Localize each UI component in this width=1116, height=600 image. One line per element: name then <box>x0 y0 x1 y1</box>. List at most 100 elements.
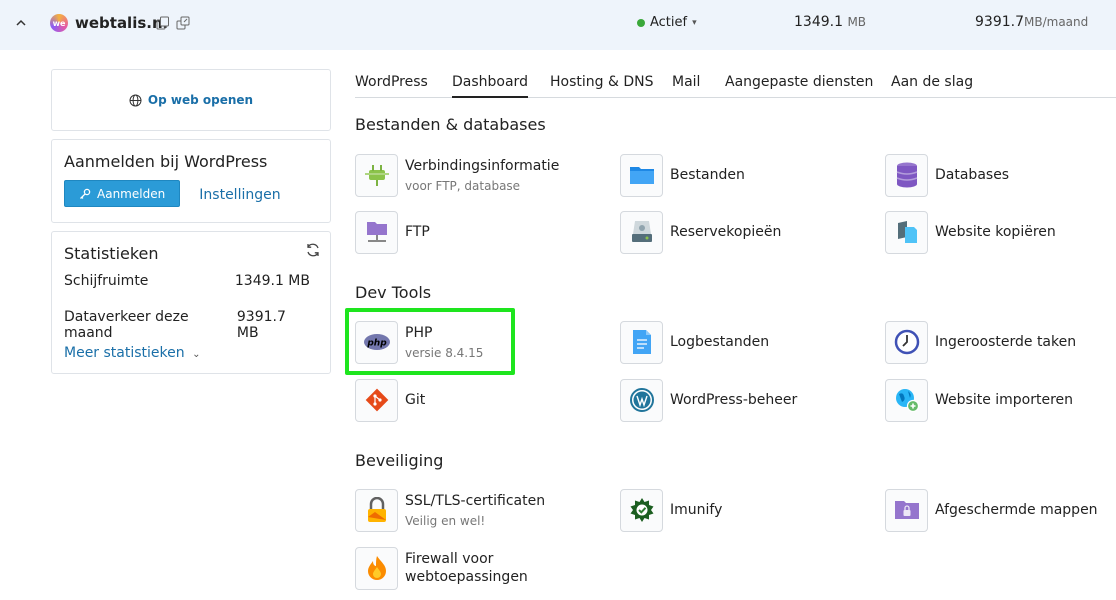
key-icon <box>80 188 91 199</box>
tile-web-app-firewall[interactable]: Firewall voor webtoepassingen <box>355 546 528 590</box>
folder-icon <box>620 153 663 197</box>
disk-space-label: Schijfruimte <box>64 273 149 289</box>
site-logo-icon: we <box>50 14 68 32</box>
tab-custom-services[interactable]: Aangepaste diensten <box>725 72 873 98</box>
tile-backups-name: Reservekopieën <box>670 224 782 240</box>
copy-website-icon <box>885 210 928 254</box>
statistics-card: Statistieken Schijfruimte 1349.1 MB Data… <box>51 231 331 374</box>
more-statistics-link[interactable]: Meer statistieken ⌄ <box>64 345 200 361</box>
traffic-usage-unit: MB/maand <box>1024 15 1089 29</box>
status-dot-icon <box>637 18 645 27</box>
settings-link[interactable]: Instellingen <box>199 187 280 203</box>
wordpress-login-card: Aanmelden bij WordPress Aanmelden Instel… <box>51 139 331 223</box>
tile-git[interactable]: Git <box>355 378 425 422</box>
tile-protected-folders[interactable]: Afgeschermde mappen <box>885 488 1098 532</box>
traffic-value: 9391.7 MB <box>236 309 286 341</box>
tile-protected-folders-name: Afgeschermde mappen <box>935 502 1098 518</box>
refresh-icon[interactable] <box>305 242 321 258</box>
login-button[interactable]: Aanmelden <box>64 180 181 207</box>
tile-logs-name: Logbestanden <box>670 334 770 350</box>
tab-dashboard[interactable]: Dashboard <box>452 72 528 98</box>
traffic-label: Dataverkeer deze maand <box>64 309 189 341</box>
tile-imunify-name: Imunify <box>670 502 723 518</box>
tile-website-import-name: Website importeren <box>935 392 1074 408</box>
tile-ssl-certificates-sub: Veilig en wel! <box>405 513 486 528</box>
disk-space-row: Schijfruimte 1349.1 MB <box>64 273 310 289</box>
site-name[interactable]: webtalis.nl <box>75 14 168 32</box>
tile-copy-website-name: Website kopiëren <box>935 224 1056 240</box>
clock-icon <box>885 320 928 364</box>
wordpress-login-title: Aanmelden bij WordPress <box>64 152 268 171</box>
chevron-down-icon: ⌄ <box>192 349 201 360</box>
tile-php[interactable]: php PHP versie 8.4.15 <box>355 320 483 364</box>
tile-website-import[interactable]: Website importeren <box>885 378 1073 422</box>
tile-web-app-firewall-name-line2: webtoepassingen <box>405 569 528 585</box>
tile-ftp[interactable]: FTP <box>355 210 430 254</box>
lock-icon <box>355 488 398 532</box>
globe-import-icon <box>885 378 928 422</box>
tab-hosting-dns[interactable]: Hosting & DNS <box>550 72 653 98</box>
tile-logs[interactable]: Logbestanden <box>620 320 769 364</box>
tile-ssl-certificates[interactable]: SSL/TLS-certificaten Veilig en wel! <box>355 488 545 532</box>
flame-icon <box>355 546 398 590</box>
tile-php-version: versie 8.4.15 <box>405 345 484 360</box>
imunify-icon <box>620 488 663 532</box>
traffic-usage-value: 9391.7 <box>975 14 1024 30</box>
tile-backups[interactable]: Reservekopieën <box>620 210 781 254</box>
tile-wordpress-management[interactable]: WordPress-beheer <box>620 378 797 422</box>
section-title-devtools: Dev Tools <box>355 283 432 302</box>
tab-getting-started[interactable]: Aan de slag <box>891 72 973 98</box>
php-icon: php <box>355 320 398 364</box>
svg-text:php: php <box>366 339 387 349</box>
traffic-row: Dataverkeer deze maand 9391.7 MB <box>64 309 310 341</box>
chevron-up-icon[interactable] <box>12 14 30 32</box>
git-icon <box>355 378 398 422</box>
tile-files[interactable]: Bestanden <box>620 153 745 197</box>
database-icon <box>885 153 928 197</box>
more-statistics-label: Meer statistieken <box>64 345 185 361</box>
tile-web-app-firewall-name: Firewall voor <box>405 551 494 567</box>
disk-space-value: 1349.1 MB <box>234 273 310 289</box>
copy-icon[interactable] <box>156 16 170 30</box>
globe-icon <box>129 94 142 106</box>
protected-folder-icon <box>885 488 928 532</box>
tile-wordpress-management-name: WordPress-beheer <box>670 392 798 408</box>
plug-icon <box>355 153 398 197</box>
statistics-title: Statistieken <box>64 244 159 263</box>
tab-mail[interactable]: Mail <box>672 72 700 98</box>
tile-scheduled-tasks-name: Ingeroosterde taken <box>935 334 1077 350</box>
tile-databases[interactable]: Databases <box>885 153 1009 197</box>
site-header: we webtalis.nl Actief ▾ 1349.1 MB 9391.7… <box>0 0 1116 50</box>
preview-link-icon[interactable] <box>176 16 190 30</box>
section-title-security: Beveiliging <box>355 451 444 470</box>
disk-usage-unit: MB <box>847 15 867 29</box>
open-web-button[interactable]: Op web openen <box>51 69 331 131</box>
tile-imunify[interactable]: Imunify <box>620 488 722 532</box>
disk-usage: 1349.1 MB <box>794 14 866 30</box>
chevron-down-icon: ▾ <box>692 17 697 28</box>
status-dropdown[interactable]: Actief ▾ <box>637 15 697 30</box>
tab-bar: WordPress Dashboard Hosting & DNS Mail A… <box>355 72 1116 98</box>
tile-connection-info-name: Verbindingsinformatie <box>405 157 560 174</box>
login-button-label: Aanmelden <box>97 186 166 201</box>
traffic-usage: 9391.7MB/maand <box>975 14 1088 30</box>
tile-scheduled-tasks[interactable]: Ingeroosterde taken <box>885 320 1076 364</box>
tile-git-name: Git <box>405 392 426 408</box>
open-web-label: Op web openen <box>147 93 254 107</box>
disk-usage-value: 1349.1 <box>794 14 843 30</box>
tile-databases-name: Databases <box>935 167 1010 183</box>
tile-ftp-name: FTP <box>405 224 430 240</box>
tile-php-name: PHP <box>405 324 433 341</box>
ftp-folder-icon <box>355 210 398 254</box>
status-label: Actief <box>650 15 688 30</box>
tab-wordpress[interactable]: WordPress <box>355 72 428 98</box>
wordpress-icon <box>620 378 663 422</box>
tile-files-name: Bestanden <box>670 167 745 183</box>
tile-connection-info-sub: voor FTP, database <box>405 178 521 193</box>
tile-ssl-certificates-name: SSL/TLS-certificaten <box>405 492 546 509</box>
log-file-icon <box>620 320 663 364</box>
tile-connection-info[interactable]: Verbindingsinformatie voor FTP, database <box>355 153 559 197</box>
tile-copy-website[interactable]: Website kopiëren <box>885 210 1056 254</box>
backup-drive-icon <box>620 210 663 254</box>
section-title-files: Bestanden & databases <box>355 115 546 134</box>
